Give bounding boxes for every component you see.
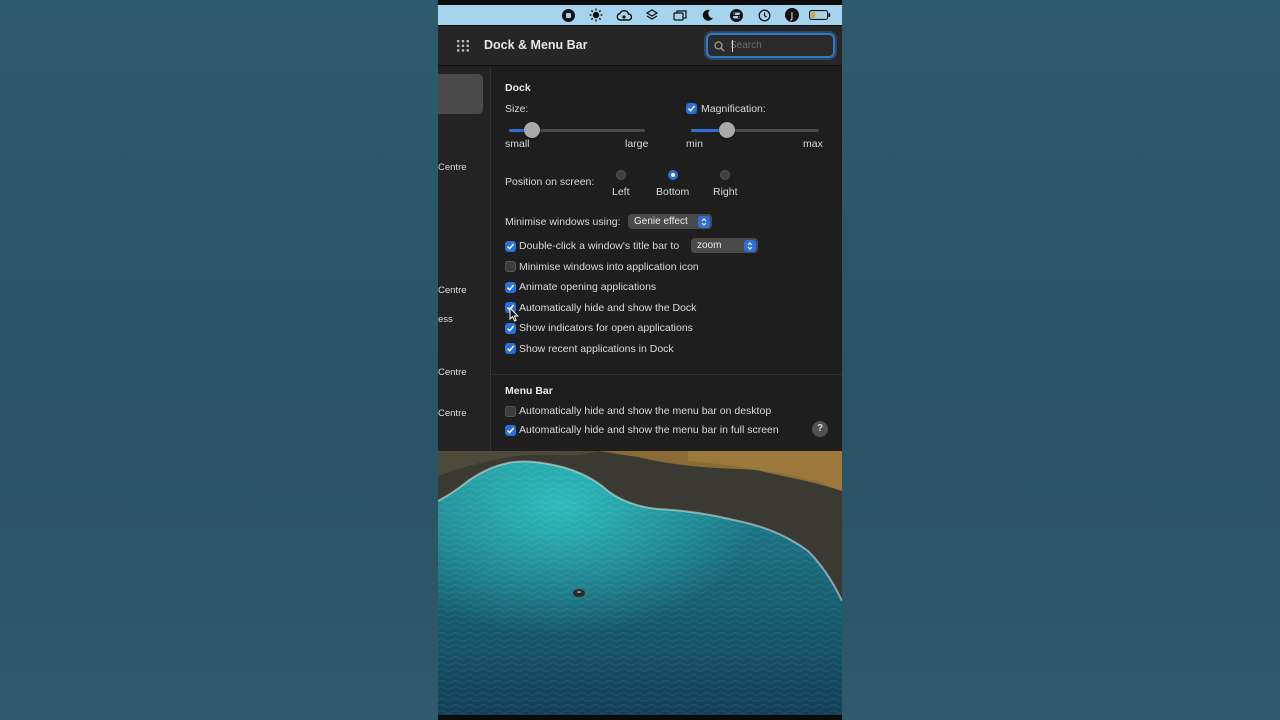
menu-bar-section-title: Menu Bar: [505, 385, 553, 397]
settings-window: Dock & Menu Bar Centre Centre ess Centre…: [438, 26, 842, 451]
minimise-label: Minimise windows using:: [505, 216, 621, 228]
chevron-updown-icon: [744, 239, 756, 252]
size-slider-knob[interactable]: [524, 122, 541, 138]
magnification-min-label: min: [686, 138, 703, 150]
position-right-label[interactable]: Right: [713, 186, 738, 198]
magnification-checkbox[interactable]: [686, 103, 697, 114]
option-label: Automatically hide and show the menu bar…: [519, 405, 772, 417]
option-label: Automatically hide and show the Dock: [519, 302, 697, 314]
minimise-effect-value: Genie effect: [634, 216, 688, 227]
size-label: Size:: [505, 103, 529, 115]
size-max-label: large: [625, 138, 649, 150]
position-label: Position on screen:: [505, 176, 595, 188]
doubleclick-action-select[interactable]: zoom: [691, 238, 758, 253]
user-initial: J: [790, 11, 794, 21]
sidebar-item-label[interactable]: Centre: [438, 162, 467, 173]
position-left-label[interactable]: Left: [612, 186, 630, 198]
menu-bar: J: [438, 5, 842, 25]
sidebar-item-label[interactable]: Centre: [438, 285, 467, 296]
magnification-slider-knob[interactable]: [718, 122, 735, 138]
search-icon: [714, 39, 725, 57]
brightness-icon[interactable]: [582, 5, 610, 25]
chevron-updown-icon: [698, 215, 710, 228]
option-label: Show indicators for open applications: [519, 322, 693, 334]
search-field[interactable]: [706, 33, 835, 58]
checkmark-icon: [506, 243, 515, 250]
background-left: [0, 0, 438, 720]
help-button[interactable]: ?: [812, 421, 828, 437]
moon-icon[interactable]: [694, 5, 722, 25]
cloud-icon[interactable]: [610, 5, 638, 25]
doubleclick-label: Double-click a window's title bar to: [519, 240, 680, 252]
position-right-radio[interactable]: [720, 170, 730, 180]
sidebar-item-label[interactable]: ess: [438, 314, 453, 325]
section-divider: [492, 374, 842, 375]
doubleclick-action-value: zoom: [697, 240, 722, 251]
desktop-wallpaper: [438, 451, 842, 715]
record-icon[interactable]: [554, 5, 582, 25]
checkmark-icon: [506, 345, 515, 352]
windows-icon[interactable]: [666, 5, 694, 25]
magnification-slider-track: [691, 129, 819, 132]
animate-opening-checkbox[interactable]: [505, 282, 516, 293]
sidebar: Centre Centre ess Centre Centre: [438, 67, 491, 451]
window-title: Dock & Menu Bar: [484, 38, 588, 52]
sidebar-selected-item[interactable]: [438, 74, 483, 114]
toolbar: Dock & Menu Bar: [438, 26, 842, 66]
option-label: Show recent applications in Dock: [519, 343, 674, 355]
autohide-menubar-fullscreen-checkbox[interactable]: [505, 425, 516, 436]
checkmark-icon: [687, 105, 696, 112]
size-min-label: small: [505, 138, 530, 150]
position-bottom-radio[interactable]: [668, 170, 678, 180]
coastline-wallpaper-image: [438, 451, 842, 715]
screen-recording: J Dock & Menu Bar Search Centre Centre e…: [438, 0, 842, 720]
minimise-effect-select[interactable]: Genie effect: [628, 214, 712, 229]
magnification-label: Magnification:: [701, 103, 766, 115]
time-machine-icon[interactable]: [750, 5, 778, 25]
sidebar-item-label[interactable]: Centre: [438, 408, 467, 419]
position-bottom-label[interactable]: Bottom: [656, 186, 689, 198]
dock-section-title: Dock: [505, 82, 531, 94]
option-label: Minimise windows into application icon: [519, 261, 699, 273]
show-all-grid-icon[interactable]: [457, 39, 471, 57]
magnification-max-label: max: [803, 138, 823, 150]
text-caret: [732, 40, 733, 52]
option-label: Animate opening applications: [519, 281, 657, 293]
autohide-menubar-desktop-checkbox[interactable]: [505, 406, 516, 417]
position-left-radio[interactable]: [616, 170, 626, 180]
dock-settings-pane: Dock Size: small large Magnification: mi…: [492, 67, 842, 451]
control-centre-icon[interactable]: [722, 5, 750, 25]
background-right: [842, 0, 1280, 720]
battery-icon[interactable]: [806, 5, 834, 25]
minimise-into-icon-checkbox[interactable]: [505, 261, 516, 272]
user-icon[interactable]: J: [778, 5, 806, 25]
layers-icon[interactable]: [638, 5, 666, 25]
mouse-pointer-icon: [509, 306, 519, 327]
sidebar-item-label[interactable]: Centre: [438, 367, 467, 378]
doubleclick-checkbox[interactable]: [505, 241, 516, 252]
option-label: Automatically hide and show the menu bar…: [519, 424, 779, 436]
checkmark-icon: [506, 284, 515, 291]
search-input[interactable]: [730, 37, 830, 54]
show-recent-apps-checkbox[interactable]: [505, 343, 516, 354]
checkmark-icon: [506, 427, 515, 434]
